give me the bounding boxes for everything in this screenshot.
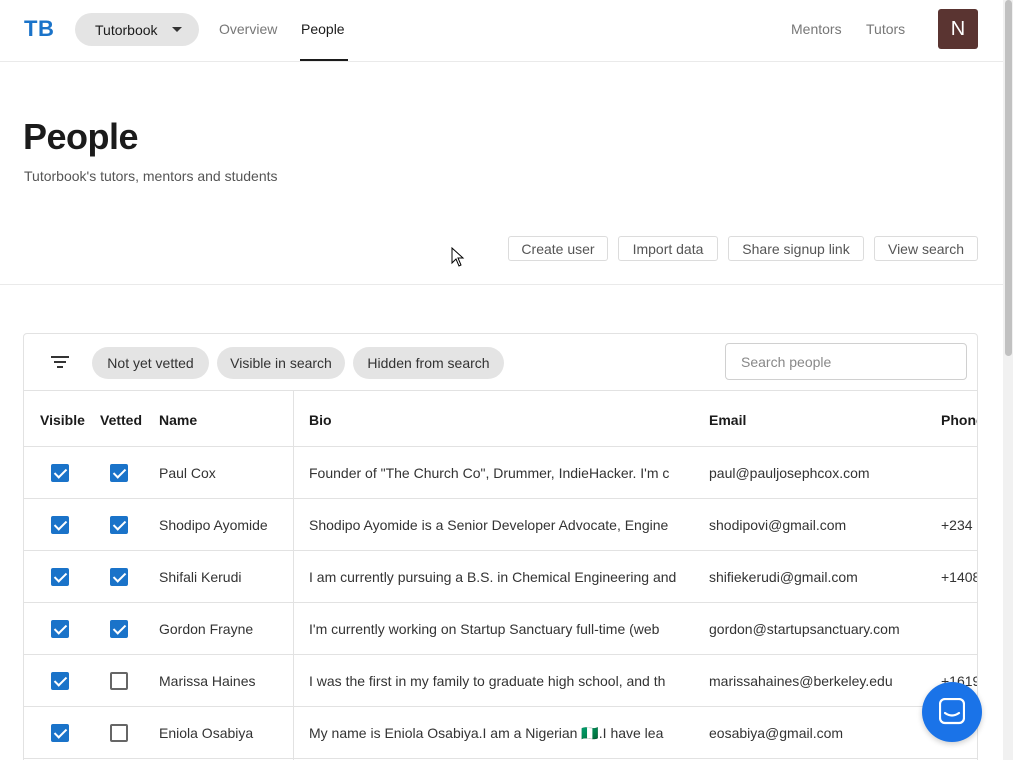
- email-cell[interactable]: eosabiya@gmail.com: [709, 725, 929, 741]
- active-tab-indicator: [300, 59, 348, 61]
- name-cell[interactable]: Paul Cox: [159, 465, 289, 481]
- org-select-label: Tutorbook: [95, 21, 158, 38]
- table-row[interactable]: Shifali Kerudi I am currently pursuing a …: [24, 551, 977, 603]
- visible-checkbox[interactable]: [51, 672, 69, 690]
- chip-visible-in-search[interactable]: Visible in search: [217, 347, 345, 379]
- table-row[interactable]: Eniola Osabiya My name is Eniola Osabiya.…: [24, 707, 977, 759]
- scrollbar-thumb[interactable]: [1005, 0, 1012, 356]
- email-cell[interactable]: marissahaines@berkeley.edu: [709, 673, 929, 689]
- bio-cell[interactable]: Shodipo Ayomide is a Senior Developer Ad…: [309, 517, 677, 533]
- table-row[interactable]: Paul Cox Founder of "The Church Co", Drum…: [24, 447, 977, 499]
- name-cell[interactable]: Marissa Haines: [159, 673, 289, 689]
- visible-checkbox[interactable]: [51, 568, 69, 586]
- bio-cell[interactable]: Founder of "The Church Co", Drummer, Ind…: [309, 465, 677, 481]
- table-row[interactable]: Gordon Frayne I'm currently working on St…: [24, 603, 977, 655]
- vetted-checkbox[interactable]: [110, 568, 128, 586]
- filter-icon[interactable]: [51, 356, 69, 370]
- view-search-button[interactable]: View search: [874, 236, 978, 261]
- visible-checkbox[interactable]: [51, 464, 69, 482]
- phone-cell[interactable]: +1408: [941, 569, 977, 585]
- email-cell[interactable]: gordon@startupsanctuary.com: [709, 621, 929, 637]
- import-data-button[interactable]: Import data: [618, 236, 718, 261]
- visible-checkbox[interactable]: [51, 620, 69, 638]
- col-header-visible[interactable]: Visible: [40, 412, 85, 428]
- org-select[interactable]: Tutorbook: [75, 13, 199, 46]
- vetted-checkbox[interactable]: [110, 620, 128, 638]
- visible-checkbox[interactable]: [51, 516, 69, 534]
- name-cell[interactable]: Shodipo Ayomide: [159, 517, 289, 533]
- tab-people[interactable]: People: [301, 21, 345, 37]
- col-header-name[interactable]: Name: [159, 412, 197, 428]
- vetted-checkbox[interactable]: [110, 724, 128, 742]
- col-header-email[interactable]: Email: [709, 412, 746, 428]
- vetted-checkbox[interactable]: [110, 464, 128, 482]
- chip-hidden-from-search[interactable]: Hidden from search: [353, 347, 504, 379]
- bio-cell[interactable]: I'm currently working on Startup Sanctua…: [309, 621, 677, 637]
- mouse-cursor-icon: [451, 247, 465, 267]
- name-cell[interactable]: Shifali Kerudi: [159, 569, 289, 585]
- section-divider: [0, 284, 1003, 285]
- chat-icon: [939, 698, 965, 725]
- vetted-checkbox[interactable]: [110, 672, 128, 690]
- page-title: People: [23, 116, 139, 157]
- create-user-button[interactable]: Create user: [508, 236, 608, 261]
- phone-cell[interactable]: +234: [941, 517, 977, 533]
- top-header: TB Tutorbook Overview People Mentors Tut…: [0, 0, 1003, 62]
- col-header-phone[interactable]: Phone: [941, 412, 977, 428]
- logo[interactable]: TB: [24, 16, 54, 42]
- chip-not-yet-vetted[interactable]: Not yet vetted: [92, 347, 209, 379]
- table-row[interactable]: Marissa Haines I was the first in my fami…: [24, 655, 977, 707]
- search-input[interactable]: [725, 343, 967, 380]
- vetted-checkbox[interactable]: [110, 516, 128, 534]
- chat-launcher-button[interactable]: [922, 682, 982, 742]
- page-scrollbar[interactable]: [1003, 0, 1013, 760]
- link-mentors[interactable]: Mentors: [791, 21, 842, 37]
- visible-checkbox[interactable]: [51, 724, 69, 742]
- filter-bar: Not yet vetted Visible in search Hidden …: [24, 334, 977, 391]
- bio-cell[interactable]: I was the first in my family to graduate…: [309, 673, 677, 689]
- share-signup-link-button[interactable]: Share signup link: [728, 236, 864, 261]
- email-cell[interactable]: shifiekerudi@gmail.com: [709, 569, 929, 585]
- email-cell[interactable]: shodipovi@gmail.com: [709, 517, 929, 533]
- tab-overview[interactable]: Overview: [219, 21, 277, 37]
- people-table: Not yet vetted Visible in search Hidden …: [23, 333, 978, 760]
- bio-cell[interactable]: I am currently pursuing a B.S. in Chemic…: [309, 569, 677, 585]
- name-cell[interactable]: Eniola Osabiya: [159, 725, 289, 741]
- avatar[interactable]: N: [938, 9, 978, 49]
- col-header-vetted[interactable]: Vetted: [100, 412, 142, 428]
- caret-down-icon: [172, 27, 182, 32]
- email-cell[interactable]: paul@pauljosephcox.com: [709, 465, 929, 481]
- col-header-bio[interactable]: Bio: [309, 412, 332, 428]
- table-row[interactable]: Shodipo Ayomide Shodipo Ayomide is a Seni…: [24, 499, 977, 551]
- bio-cell[interactable]: My name is Eniola Osabiya.I am a Nigeria…: [309, 725, 677, 742]
- name-cell[interactable]: Gordon Frayne: [159, 621, 289, 637]
- page-subtitle: Tutorbook's tutors, mentors and students: [24, 168, 278, 184]
- link-tutors[interactable]: Tutors: [866, 21, 905, 37]
